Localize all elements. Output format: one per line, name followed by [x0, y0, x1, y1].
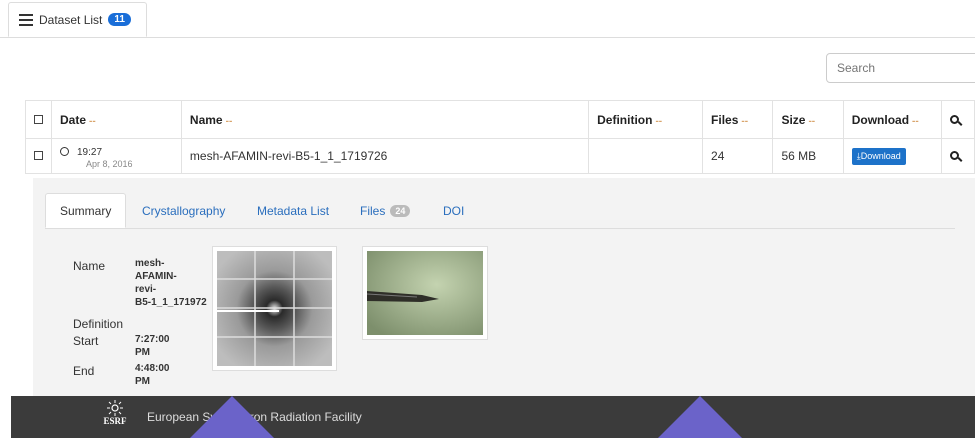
row-name[interactable]: mesh-AFAMIN-revi-B5-1_1_1719726: [180, 138, 590, 174]
col-files[interactable]: Files --: [702, 100, 774, 139]
download-button-label: Download: [860, 150, 901, 161]
tab-files-label: Files: [360, 203, 386, 218]
tab-files[interactable]: Files 24: [360, 193, 411, 228]
name-value-line: mesh-: [135, 258, 165, 269]
tab-dataset-list[interactable]: Dataset List 11: [8, 2, 147, 37]
col-size[interactable]: Size --: [772, 100, 844, 139]
select-all-checkbox[interactable]: [34, 114, 43, 124]
sort-icon: --: [655, 115, 663, 127]
definition-label: Definition: [73, 317, 124, 331]
name-value-line: AFAMIN-: [135, 271, 177, 282]
tab-metadata-label: Metadata List: [257, 203, 330, 218]
table-row[interactable]: 19:27 Apr 8, 2016 mesh-AFAMIN-revi-B5-1_…: [25, 138, 975, 174]
col-download-label: Download: [851, 112, 910, 127]
zoom-icon: [950, 114, 960, 124]
sort-icon: --: [912, 115, 919, 127]
esrf-logo: ESRF: [100, 400, 130, 434]
row-checkbox[interactable]: [34, 151, 43, 160]
crystal-snapshot-thumbnail[interactable]: [362, 246, 488, 340]
list-icon: [19, 13, 33, 26]
diffraction-image: [217, 251, 332, 366]
name-value: mesh- AFAMIN- revi- B5-1_1_171972: [135, 257, 207, 309]
search-input[interactable]: [826, 53, 975, 83]
table-header-row: Date -- Name -- Definition -- Files -- Size -…: [25, 100, 975, 139]
col-date[interactable]: Date --: [51, 100, 182, 139]
row-checkbox-cell[interactable]: [25, 138, 52, 174]
crystal-snapshot-image: [366, 251, 483, 335]
overlay-arrow-marker: [190, 396, 274, 438]
row-date-cell: 19:27 Apr 8, 2016: [51, 138, 182, 174]
end-value-line: PM: [135, 376, 150, 387]
col-date-label: Date: [60, 112, 87, 127]
col-size-label: Size: [781, 112, 806, 127]
row-files: 24: [702, 138, 774, 174]
tab-summary[interactable]: Summary: [45, 193, 126, 228]
col-download[interactable]: Download --: [842, 100, 943, 139]
top-tab-bar: Dataset List 11: [0, 0, 975, 38]
diffraction-image-thumbnail[interactable]: [212, 246, 337, 371]
overlay-arrow-marker: [658, 396, 742, 438]
sort-icon: --: [741, 115, 749, 127]
tab-crystallography[interactable]: Crystallography: [142, 193, 225, 228]
col-name[interactable]: Name --: [180, 100, 590, 139]
name-value-line: B5-1_1_171972: [135, 297, 207, 308]
detail-tabs: Summary Crystallography Metadata List Fi…: [45, 193, 955, 229]
tab-dataset-list-label: Dataset List: [39, 12, 103, 27]
tab-metadata-list[interactable]: Metadata List: [257, 193, 329, 228]
download-button[interactable]: ⤓Download: [851, 147, 906, 165]
dataset-count-badge: 11: [108, 13, 131, 26]
end-value: 4:48:00 PM: [135, 362, 169, 388]
esrf-logo-mark: [107, 400, 123, 416]
start-label: Start: [73, 334, 99, 348]
row-date: Apr 8, 2016: [86, 158, 133, 169]
col-files-label: Files: [711, 112, 739, 127]
start-value-line: PM: [135, 347, 150, 358]
col-view: [941, 100, 975, 139]
select-all-checkbox-cell[interactable]: [25, 100, 52, 139]
sort-icon: --: [89, 115, 96, 127]
start-value-line: 7:27:00: [135, 334, 170, 345]
row-view-cell[interactable]: [941, 138, 975, 174]
row-download-cell: ⤓Download: [842, 138, 943, 174]
tab-doi-label: DOI: [443, 203, 465, 218]
end-label: End: [73, 364, 95, 378]
col-definition-label: Definition: [597, 112, 653, 127]
start-value: 7:27:00 PM: [135, 333, 169, 359]
footer: ESRF European Synchrotron Radiation Faci…: [11, 396, 975, 438]
row-time: 19:27: [77, 146, 103, 158]
dataset-detail-panel: Summary Crystallography Metadata List Fi…: [33, 178, 975, 398]
files-count-badge: 24: [390, 204, 411, 217]
dataset-table: Date -- Name -- Definition -- Files -- Size -…: [25, 100, 975, 174]
clock-icon: [60, 146, 69, 156]
sort-icon: --: [225, 115, 233, 127]
row-size: 56 MB: [772, 138, 844, 174]
zoom-icon[interactable]: [950, 151, 960, 160]
tab-doi[interactable]: DOI: [443, 193, 464, 228]
tab-summary-label: Summary: [60, 203, 112, 218]
esrf-logo-text: ESRF: [103, 416, 127, 426]
end-value-line: 4:48:00: [135, 363, 170, 374]
col-name-label: Name: [189, 112, 223, 127]
col-definition[interactable]: Definition --: [588, 100, 704, 139]
tab-crystallography-label: Crystallography: [142, 203, 226, 218]
row-definition: [588, 138, 704, 174]
name-value-line: revi-: [135, 284, 157, 295]
name-label: Name: [73, 259, 106, 273]
sort-icon: --: [808, 115, 816, 127]
